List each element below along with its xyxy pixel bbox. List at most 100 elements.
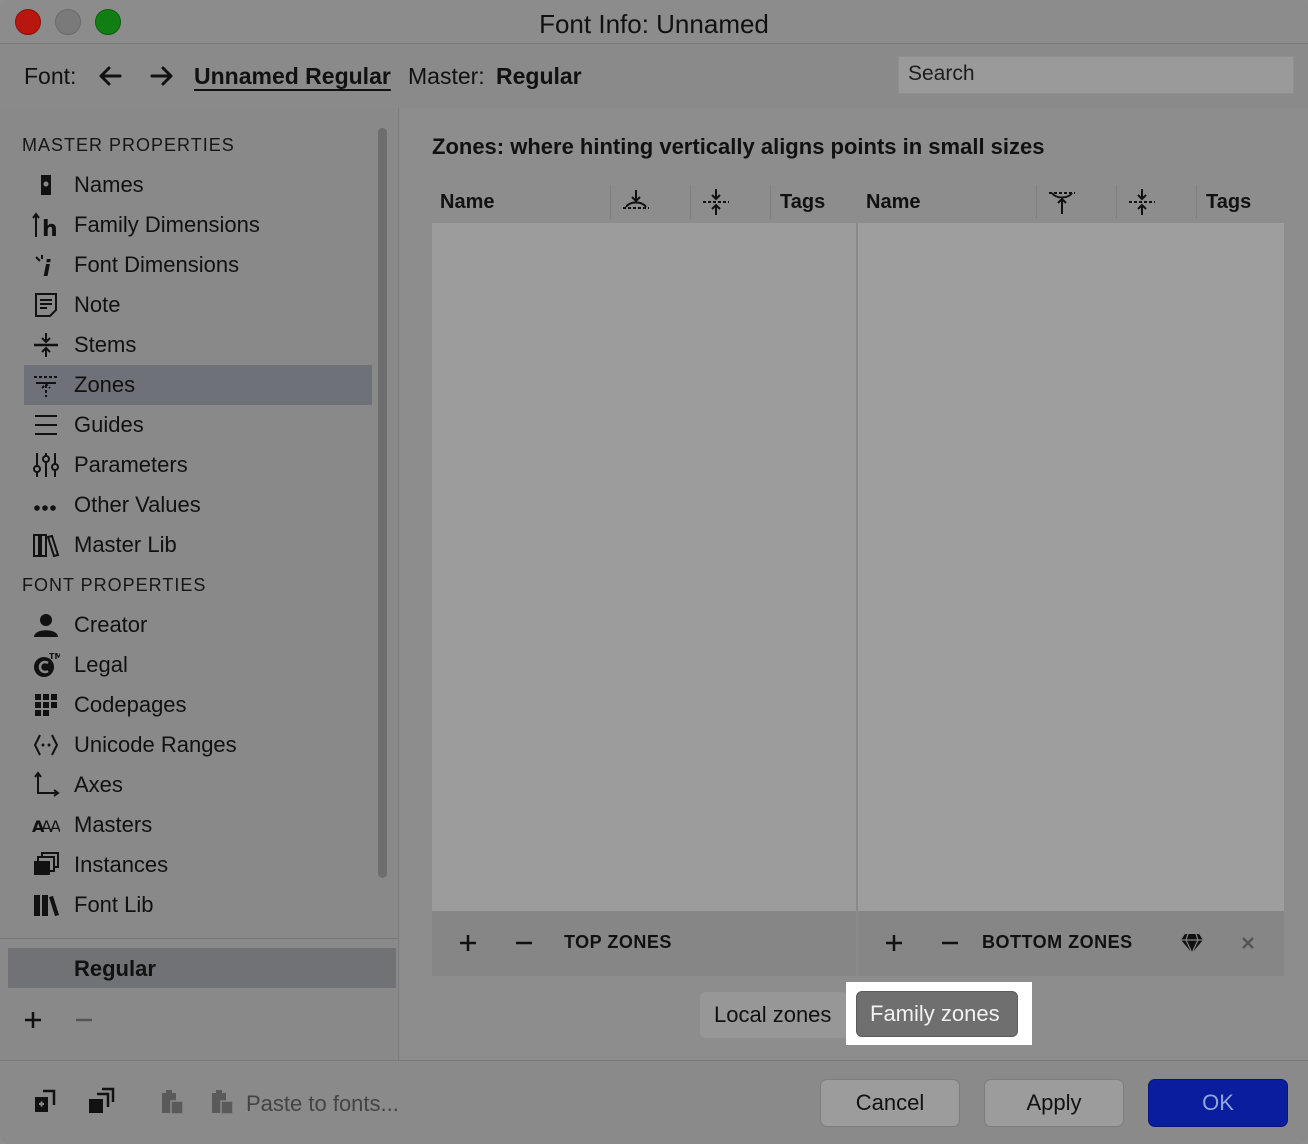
zones-table: Name Tags Name Tags TOP ZONES BOTTOM ZON… (432, 181, 1284, 976)
top-zones-label: TOP ZONES (564, 932, 672, 952)
column-separator (690, 185, 691, 219)
sidebar-item-label: Creator (74, 612, 148, 637)
add-top-zone-button[interactable] (458, 933, 478, 953)
top-name-column-header[interactable]: Name (440, 191, 494, 214)
window-title: Font Info: Unnamed (539, 9, 769, 39)
sidebar-item-label: Masters (74, 812, 153, 837)
sidebar-item-font-lib[interactable]: Font Lib (24, 885, 372, 925)
bottom-zone-width-icon[interactable] (1127, 187, 1157, 217)
zones-icon (34, 376, 58, 397)
apply-button[interactable]: Apply (984, 1079, 1124, 1127)
sidebar-item-label: Axes (74, 772, 123, 797)
sidebar-item-label: Font Lib (74, 892, 154, 917)
sidebar-item-parameters[interactable]: Parameters (24, 445, 372, 485)
svg-text:A: A (50, 817, 60, 836)
sidebar-item-label: Zones (74, 372, 136, 397)
sidebar-item-names[interactable]: Names (24, 165, 372, 205)
sidebar-item-codepages[interactable]: Codepages (24, 685, 372, 725)
remove-bottom-zone-button[interactable] (940, 933, 960, 953)
sidebar-item-guides[interactable]: Guides (24, 405, 372, 445)
sidebar-item-creator[interactable]: Creator (24, 605, 372, 645)
remove-master-button[interactable] (74, 1010, 94, 1030)
previous-font-arrow-icon[interactable] (96, 63, 124, 89)
font-label: Font: (24, 63, 77, 89)
sidebar-item-axes[interactable]: Axes (24, 765, 372, 805)
bottom-zones-label: BOTTOM ZONES (982, 932, 1133, 952)
sidebar-item-unicode-ranges[interactable]: Unicode Ranges (24, 725, 372, 765)
add-master-button[interactable] (23, 1010, 43, 1030)
master-label: Master: (408, 63, 485, 89)
paste-to-fonts-icon[interactable] (208, 1087, 238, 1117)
sidebar-item-masters[interactable]: A A A Masters (24, 805, 372, 845)
bottom-zones-list[interactable] (858, 223, 1284, 911)
sidebar: MASTER PROPERTIES Names h Family Dimensi… (0, 108, 399, 1060)
sidebar-item-label: Unicode Ranges (74, 732, 237, 757)
sidebar-item-font-dimensions[interactable]: i Font Dimensions (24, 245, 372, 285)
title-bar: Font Info: Unnamed (0, 0, 1308, 44)
local-zones-segment[interactable]: Local zones (700, 992, 848, 1038)
sidebar-item-zones[interactable]: Zones (24, 365, 372, 405)
bottom-zones-footer: BOTTOM ZONES (858, 911, 1284, 976)
add-bottom-zone-button[interactable] (884, 933, 904, 953)
paste-to-fonts-label[interactable]: Paste to fonts... (246, 1091, 399, 1117)
zones-panel: Zones: where hinting vertically aligns p… (400, 108, 1308, 1060)
sidebar-item-label: Font Dimensions (74, 252, 240, 277)
sidebar-item-instances[interactable]: Instances (24, 845, 372, 885)
bottom-tags-column-header[interactable]: Tags (1206, 191, 1251, 214)
family-zones-segment[interactable]: Family zones (856, 991, 1018, 1037)
remove-top-zone-button[interactable] (514, 933, 534, 953)
top-zones-footer: TOP ZONES (432, 911, 856, 976)
bottom-zone-position-icon[interactable] (1047, 187, 1077, 217)
font-properties-heading: FONT PROPERTIES (22, 575, 207, 595)
sidebar-item-stems[interactable]: Stems (24, 325, 372, 365)
copy-icon[interactable] (30, 1087, 60, 1117)
top-tags-column-header[interactable]: Tags (780, 191, 825, 214)
person-icon (34, 614, 58, 637)
sidebar-item-label: Stems (74, 332, 137, 357)
column-separator (1196, 185, 1197, 219)
sidebar-item-family-dimensions[interactable]: h Family Dimensions (24, 205, 372, 245)
toolbar: Font: Unnamed Regular Master: Regular Se… (0, 45, 1308, 107)
stems-icon (34, 333, 58, 357)
masters-icon: A A A (32, 817, 60, 836)
sidebar-item-label: Note (74, 292, 121, 317)
table-divider (856, 223, 858, 976)
paste-icon[interactable] (158, 1087, 188, 1117)
unicode-ranges-icon (33, 734, 59, 756)
zone-width-icon[interactable] (701, 187, 731, 217)
sliders-icon (33, 453, 59, 477)
close-icon[interactable] (1240, 935, 1256, 951)
top-zones-list[interactable] (432, 223, 856, 911)
font-name-link[interactable]: Unnamed Regular (194, 63, 391, 90)
next-font-arrow-icon[interactable] (148, 63, 176, 89)
ellipsis-icon (34, 505, 56, 511)
tag-icon (41, 175, 51, 195)
sidebar-item-label: Family Dimensions (74, 212, 260, 237)
sidebar-scrollbar[interactable] (378, 128, 387, 878)
duplicate-icon[interactable] (86, 1087, 116, 1117)
sidebar-item-label: Codepages (74, 692, 187, 717)
master-list-item[interactable]: Regular (8, 948, 396, 988)
diamond-icon[interactable] (1180, 932, 1204, 954)
bottom-name-column-header[interactable]: Name (866, 191, 920, 214)
ok-button[interactable]: OK (1148, 1079, 1288, 1127)
panel-heading: Zones: where hinting vertically aligns p… (432, 134, 1045, 159)
sidebar-item-label: Other Values (74, 492, 201, 517)
instances-icon (34, 852, 59, 875)
master-name[interactable]: Regular (496, 63, 582, 90)
sidebar-item-label: Master Lib (74, 532, 177, 557)
zone-position-icon[interactable] (621, 187, 651, 217)
master-properties-heading: MASTER PROPERTIES (22, 135, 235, 155)
sidebar-item-master-lib[interactable]: Master Lib (24, 525, 372, 565)
note-icon (35, 293, 57, 317)
cancel-button[interactable]: Cancel (820, 1079, 960, 1127)
svg-text:TM: TM (49, 652, 60, 661)
svg-text:i: i (43, 257, 51, 279)
sidebar-item-legal[interactable]: TM Legal (24, 645, 372, 685)
sidebar-item-label: Guides (74, 412, 144, 437)
sidebar-item-label: Instances (74, 852, 169, 877)
sidebar-item-other-values[interactable]: Other Values (24, 485, 372, 525)
copyright-icon: TM (34, 652, 60, 677)
sidebar-item-label: Names (74, 172, 144, 197)
sidebar-item-note[interactable]: Note (24, 285, 372, 325)
